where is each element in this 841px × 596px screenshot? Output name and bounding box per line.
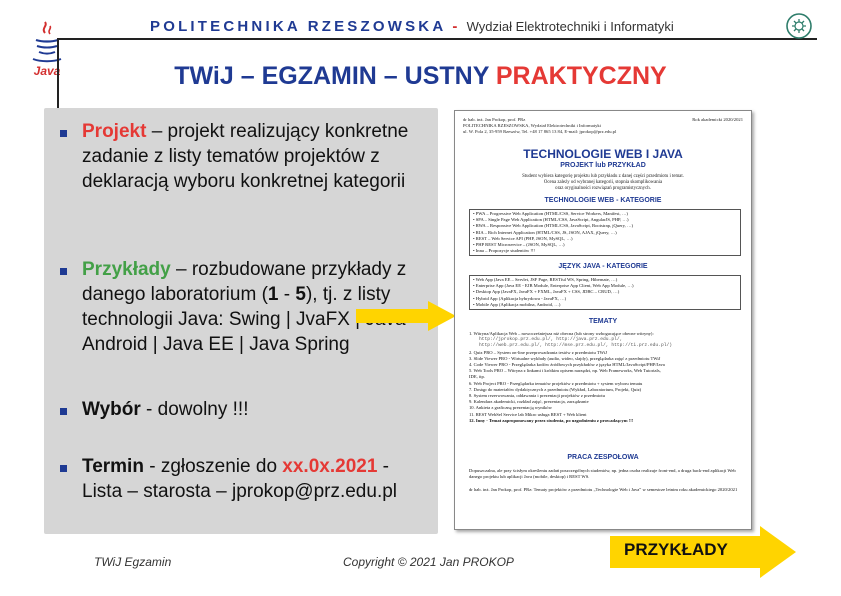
przyklady-button-label: PRZYKŁADY bbox=[624, 540, 728, 559]
document-preview[interactable]: dr hab. inż. Jan Prokop, prof. PRz Rok a… bbox=[454, 110, 752, 530]
doc-team-text: Dopuszczalna, ale przy ścisłym określeni… bbox=[469, 468, 736, 479]
doc-java-list: • Web App (Java EE – Servlet, JSF Page, … bbox=[469, 275, 741, 311]
faculty-name: Wydział Elektrotechniki i Informatyki bbox=[466, 19, 674, 34]
university-name: POLITECHNIKA RZESZOWSKA bbox=[150, 18, 447, 35]
bullet-termin-text-a: - zgłoszenie do bbox=[143, 456, 283, 477]
doc-web-item: • Inna – Propozycje studentów !!! bbox=[473, 248, 535, 254]
header-separator: - bbox=[452, 18, 461, 35]
slide-title-highlight: PRAKTYCZNY bbox=[495, 62, 667, 90]
deadline-date: xx.0x.2021 bbox=[282, 456, 378, 477]
keyword-przyklady: Przykłady bbox=[82, 259, 171, 280]
range-dash: - bbox=[278, 284, 296, 305]
doc-title: TECHNOLOGIE WEB I JAVA bbox=[523, 147, 683, 161]
bullet-wybor: Wybór - dowolny !!! bbox=[82, 397, 432, 422]
footer-copyright: Copyright © 2021 Jan PROKOP bbox=[343, 555, 514, 569]
doc-author: dr hab. inż. Jan Prokop, prof. PRz bbox=[463, 117, 526, 122]
doc-subtitle: PROJEKT lub PRZYKŁAD bbox=[560, 162, 646, 169]
footer-course: TWiJ Egzamin bbox=[94, 555, 172, 569]
keyword-wybor: Wybór bbox=[82, 399, 141, 420]
doc-java-header: JĘZYK JAVA - KATEGORIE bbox=[558, 263, 648, 270]
przyklady-button[interactable]: PRZYKŁADY bbox=[610, 526, 796, 578]
lab-number-end: 5 bbox=[295, 284, 306, 305]
doc-year: Rok akademicki 2020/2021 bbox=[692, 117, 743, 122]
doc-topic-item: 12. Inny - Temat zaproponowany przez stu… bbox=[469, 417, 634, 423]
doc-intro-3: oraz oryginalności rozwiązań programisty… bbox=[555, 186, 651, 191]
doc-java-item: • Mobile App (Aplikacja mobilna, Android… bbox=[473, 301, 561, 307]
right-arrow-icon bbox=[356, 301, 456, 331]
bullet-marker bbox=[60, 130, 67, 137]
doc-topics-header: TEMATY bbox=[588, 318, 618, 325]
lab-number-start: 1 bbox=[267, 284, 279, 305]
keyword-termin: Termin bbox=[82, 456, 144, 477]
slide-title: TWiJ – EGZAMIN – USTNY PRAKTYCZNY bbox=[0, 62, 841, 91]
bullet-termin: Termin - zgłoszenie do xx.0x.2021 - List… bbox=[82, 454, 432, 504]
bullet-panel: Projekt – projekt realizujący konkretne … bbox=[44, 108, 456, 534]
doc-topics-list: 1. Witryna/Aplikacja Web – nowocześniejs… bbox=[469, 331, 743, 424]
doc-institution: POLITECHNIKA RZESZOWSKA, Wydział Elektro… bbox=[463, 123, 601, 128]
bullet-projekt: Projekt – projekt realizujący konkretne … bbox=[82, 119, 432, 194]
bullet-marker bbox=[60, 268, 67, 275]
keyword-projekt: Projekt bbox=[82, 121, 147, 142]
doc-address: ul. W. Pola 2, 35-959 Rzeszów, Tel. +48 … bbox=[463, 129, 617, 134]
doc-footer-note: dr hab. inż. Jan Prokop, prof. PRz: Tema… bbox=[469, 487, 738, 492]
header-institution: POLITECHNIKA RZESZOWSKA - Wydział Elektrot… bbox=[150, 18, 674, 35]
slide-title-main: TWiJ – EGZAMIN – USTNY bbox=[174, 62, 489, 90]
doc-team-header: PRACA ZESPOŁOWA bbox=[567, 454, 639, 461]
doc-web-list: • PWA – Progressive Web Application (HTM… bbox=[469, 209, 741, 257]
doc-web-header: TECHNOLOGIE WEB - KATEGORIE bbox=[544, 197, 662, 204]
university-emblem-icon bbox=[785, 12, 813, 40]
header-horizontal-rule bbox=[57, 38, 817, 40]
bullet-marker bbox=[60, 465, 67, 472]
bullet-marker bbox=[60, 408, 67, 415]
bullet-wybor-text: - dowolny !!! bbox=[140, 399, 249, 420]
